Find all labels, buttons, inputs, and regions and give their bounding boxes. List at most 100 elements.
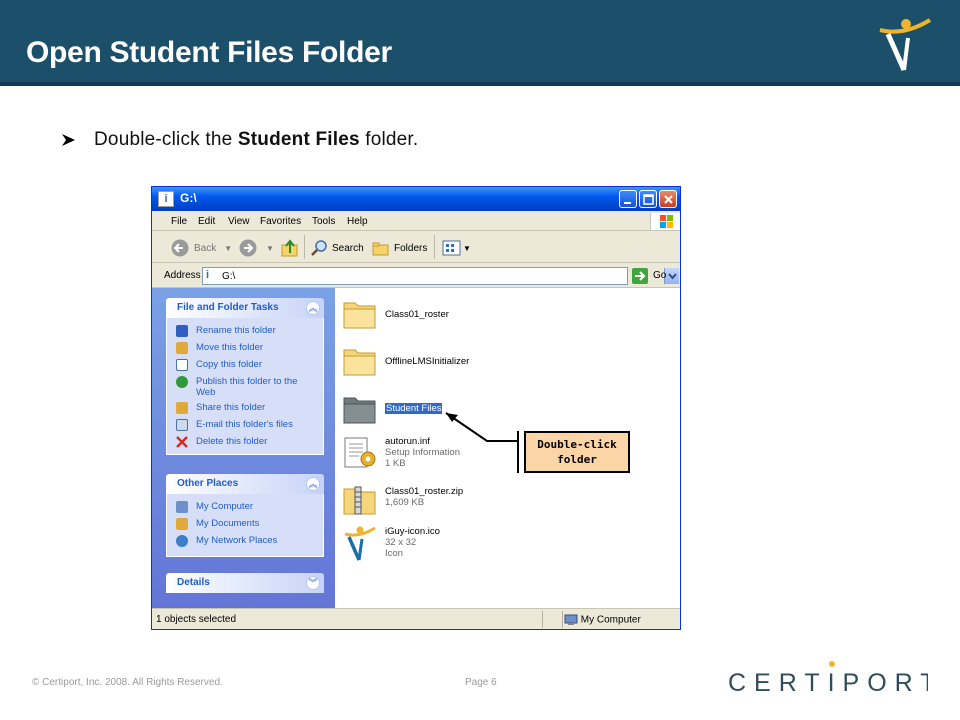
zip-folder-icon (343, 486, 376, 515)
close-button[interactable] (659, 190, 677, 208)
window-title: G:\ (180, 191, 197, 205)
delete-x-icon (176, 436, 188, 448)
instruction-prefix: Double-click the (94, 129, 238, 150)
instruction-text: Double-click the Student Files folder. (94, 129, 418, 151)
folder-up-icon (281, 239, 298, 257)
go-label[interactable]: Go (653, 270, 666, 281)
computer-icon (176, 501, 188, 513)
rename-icon (176, 325, 188, 337)
collapse-up-icon[interactable]: ︽ (306, 477, 320, 491)
toolbar-separator (434, 235, 435, 259)
folder-offline-lms-initializer[interactable]: OfflineLMSInitializer (341, 342, 521, 382)
file-folder-tasks-title: File and Folder Tasks (177, 302, 279, 313)
up-button[interactable] (280, 239, 300, 257)
file-name: autorun.inf (385, 436, 430, 447)
header-rule (0, 82, 960, 86)
menu-help[interactable]: Help (347, 216, 368, 227)
menu-tools[interactable]: Tools (312, 216, 335, 227)
bullet-arrow-icon (62, 134, 75, 146)
window-titlebar[interactable]: i G:\ (152, 187, 680, 211)
address-input[interactable]: i G:\ (202, 267, 679, 285)
go-button[interactable] (632, 268, 648, 284)
toolbar: Back ▼ ▼ Search Folders ▼ (152, 231, 680, 263)
toolbar-separator (304, 235, 305, 259)
menu-edit[interactable]: Edit (198, 216, 215, 227)
maximize-icon (643, 194, 654, 205)
task-move-folder[interactable]: Move this folder (167, 340, 323, 357)
task-share-folder[interactable]: Share this folder (167, 400, 323, 417)
task-label: E-mail this folder's files (196, 419, 293, 430)
back-label: Back (194, 242, 217, 254)
place-my-documents[interactable]: My Documents (167, 516, 323, 533)
status-divider (562, 611, 563, 628)
details-panel: Details ︾ (166, 573, 324, 593)
task-email-files[interactable]: E-mail this folder's files (167, 417, 323, 434)
back-arrow-icon (171, 239, 189, 257)
views-dropdown-icon: ▼ (463, 243, 471, 253)
network-icon (176, 535, 188, 547)
minimize-button[interactable] (619, 190, 637, 208)
share-icon (176, 402, 188, 414)
drive-small-icon: i (206, 269, 210, 281)
status-selection-text: 1 objects selected (156, 614, 237, 625)
footer-page-number: Page 6 (465, 677, 497, 688)
other-places-panel: Other Places ︽ My Computer My Documents … (166, 474, 324, 557)
windows-logo-icon (650, 213, 680, 230)
explorer-window: i G:\ File Edit View Favorites Tools Hel… (151, 186, 681, 630)
task-label: Copy this folder (196, 359, 263, 370)
callout-box: Double-click folder (524, 431, 630, 473)
place-label: My Computer (196, 501, 254, 512)
go-arrow-icon (635, 271, 646, 281)
instruction-folder-name: Student Files (237, 129, 360, 150)
folders-button[interactable]: Folders (371, 239, 427, 257)
file-dimensions: 32 x 32 (385, 537, 417, 548)
footer-copyright: © Certiport, Inc. 2008. All Rights Reser… (32, 677, 223, 688)
menu-bar: File Edit View Favorites Tools Help (152, 211, 680, 231)
file-type: Setup Information (385, 447, 460, 458)
details-header[interactable]: Details ︾ (166, 573, 324, 593)
collapse-up-icon[interactable]: ︽ (306, 301, 320, 315)
task-label: Share this folder (196, 402, 266, 413)
task-delete-folder[interactable]: Delete this folder (167, 434, 323, 451)
folder-icon (343, 302, 376, 329)
other-places-list: My Computer My Documents My Network Plac… (166, 494, 324, 557)
folders-icon (372, 242, 389, 256)
address-bar: Address i G:\ Go (152, 264, 680, 288)
other-places-header[interactable]: Other Places ︽ (166, 474, 324, 494)
expand-down-icon[interactable]: ︾ (306, 576, 320, 590)
file-iguy-icon-ico[interactable]: iGuy-icon.ico 32 x 32 Icon (341, 524, 521, 564)
file-folder-tasks-header[interactable]: File and Folder Tasks ︽ (166, 298, 324, 318)
folder-class01-roster[interactable]: Class01_roster (341, 295, 521, 335)
search-button[interactable]: Search (310, 239, 364, 257)
search-icon (311, 240, 327, 256)
task-copy-folder[interactable]: Copy this folder (167, 357, 323, 374)
logo-dot (829, 661, 835, 667)
back-button[interactable]: Back ▼ (170, 239, 232, 257)
instruction-suffix: folder. (359, 129, 419, 150)
menu-favorites[interactable]: Favorites (260, 216, 301, 227)
file-folder-tasks-panel: File and Folder Tasks ︽ Rename this fold… (166, 298, 324, 455)
file-size: 1 KB (385, 458, 406, 469)
file-details: autorun.inf Setup Information 1 KB (385, 436, 460, 469)
place-my-computer[interactable]: My Computer (167, 499, 323, 516)
task-publish-folder[interactable]: Publish this folder to the Web (167, 374, 323, 400)
callout-line1: Double-click (537, 438, 617, 451)
task-pane: File and Folder Tasks ︽ Rename this fold… (152, 288, 335, 608)
views-button[interactable]: ▼ (442, 239, 471, 257)
file-class01-roster-zip[interactable]: Class01_roster.zip 1,609 KB (341, 481, 521, 521)
menu-file[interactable]: File (171, 216, 187, 227)
chevron-down-icon (668, 273, 677, 280)
folder-student-files[interactable]: Student Files (341, 390, 521, 430)
folder-icon (343, 349, 376, 376)
file-name: Class01_roster.zip (385, 486, 464, 497)
selected-file-name: Student Files (385, 403, 443, 414)
task-rename-folder[interactable]: Rename this folder (167, 323, 323, 340)
place-label: My Documents (196, 518, 260, 529)
instruction-bullet: Double-click the Student Files folder. (60, 129, 418, 151)
menu-view[interactable]: View (228, 216, 250, 227)
place-my-network-places[interactable]: My Network Places (167, 533, 323, 550)
forward-button[interactable]: ▼ (238, 239, 274, 257)
maximize-button[interactable] (639, 190, 657, 208)
file-autorun-inf[interactable]: autorun.inf Setup Information 1 KB (341, 434, 521, 474)
file-type: Icon (385, 548, 403, 559)
